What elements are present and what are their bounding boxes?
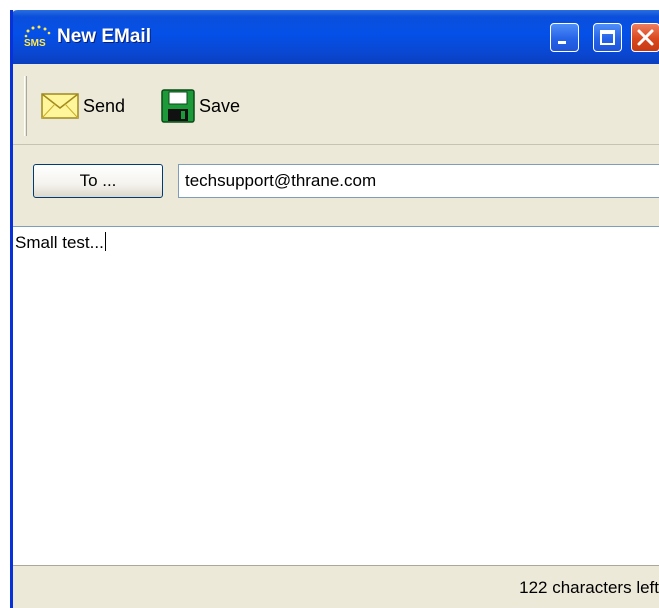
- message-body-text: Small test...: [15, 233, 104, 252]
- close-icon: [637, 29, 654, 46]
- save-label: Save: [199, 95, 241, 116]
- to-button[interactable]: To ...: [33, 164, 163, 198]
- new-email-window: SMS New EMail Send Save To ... techsuppo…: [10, 10, 659, 608]
- maximize-button[interactable]: [593, 23, 622, 52]
- window-title: New EMail: [57, 26, 151, 47]
- message-body-textarea[interactable]: Small test...: [13, 226, 659, 565]
- sms-app-icon: SMS: [24, 25, 51, 48]
- minimize-icon: [558, 41, 566, 44]
- status-bar: 122 characters left: [13, 565, 659, 608]
- toolbar-grip[interactable]: [24, 76, 27, 136]
- title-bar[interactable]: SMS New EMail: [13, 10, 659, 64]
- envelope-icon: [41, 93, 79, 119]
- send-button[interactable]: Send: [41, 86, 125, 126]
- maximize-icon: [600, 30, 615, 45]
- send-label: Send: [83, 95, 126, 116]
- to-address-input[interactable]: [178, 164, 659, 198]
- recipient-row: To ...: [13, 144, 659, 226]
- minimize-button[interactable]: [550, 23, 579, 52]
- toolbar: Send Save: [13, 64, 659, 145]
- close-button[interactable]: [631, 23, 659, 52]
- floppy-disk-icon: [161, 89, 195, 123]
- save-button[interactable]: Save: [161, 86, 240, 126]
- characters-left-status: 122 characters left: [519, 578, 659, 597]
- svg-text:SMS: SMS: [24, 38, 46, 48]
- text-caret: [104, 232, 106, 251]
